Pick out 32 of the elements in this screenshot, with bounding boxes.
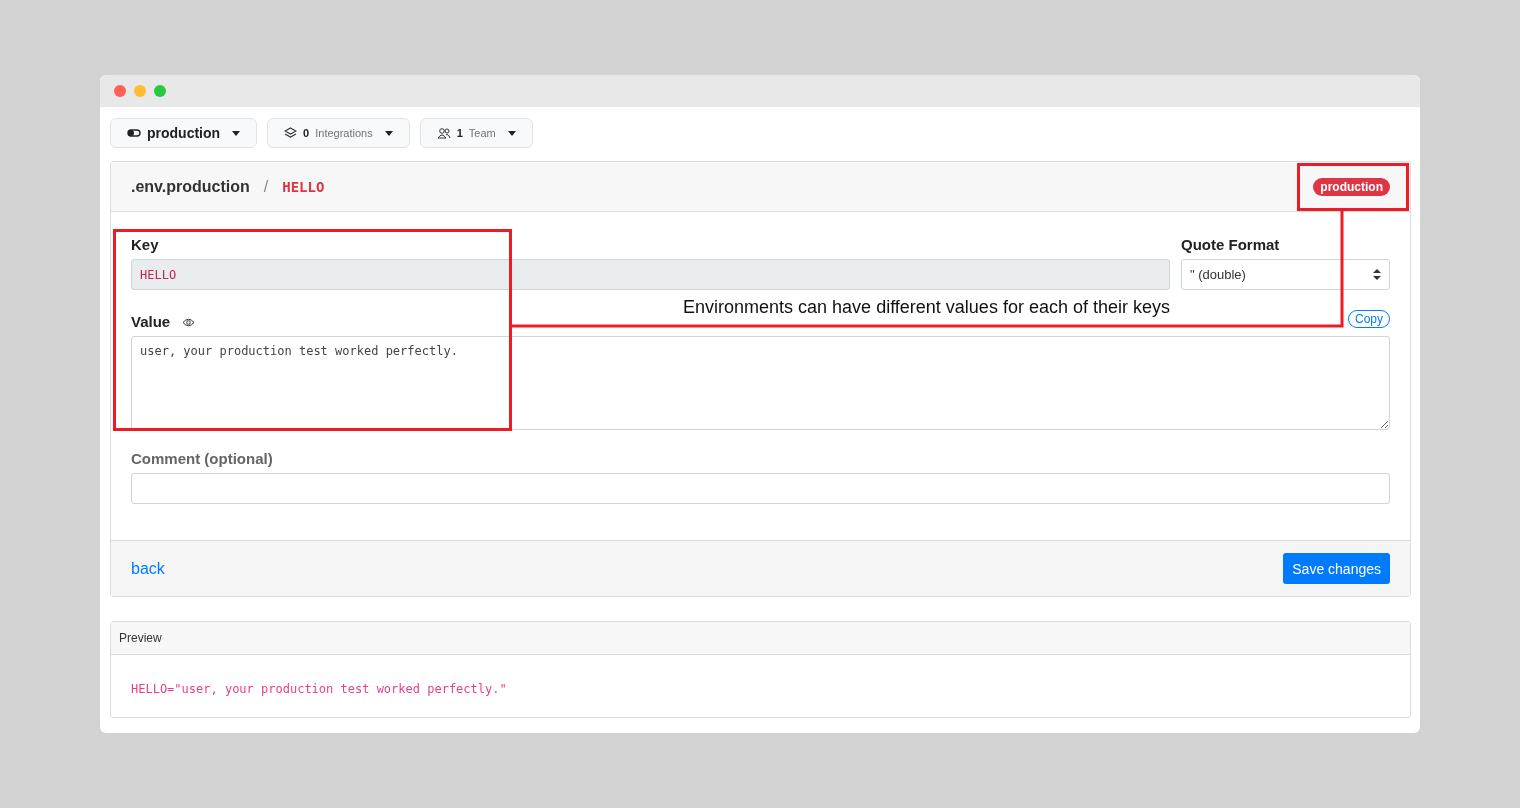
comment-label: Comment (optional) [131, 450, 274, 467]
key-label: Key [131, 236, 160, 253]
file-name: .env.production [131, 177, 250, 196]
maximize-button[interactable] [154, 85, 166, 97]
value-field[interactable]: user, your production test worked perfectly. [131, 336, 1390, 430]
caret-icon [232, 130, 241, 136]
breadcrumb-separator: / [263, 177, 269, 196]
key-field[interactable]: HELLO [131, 259, 1170, 290]
preview-code: HELLO="user, your production test worked perfectly." [131, 682, 507, 696]
minimize-button[interactable] [134, 85, 146, 97]
integrations-dropdown[interactable]: 0 Integrations [267, 118, 410, 148]
quote-format-select[interactable]: " (double) [1181, 259, 1390, 290]
caret-icon [384, 130, 393, 136]
preview-title: Preview [119, 631, 162, 645]
comment-field[interactable] [131, 473, 1390, 504]
team-dropdown[interactable]: 1 Team [419, 118, 533, 148]
copy-button[interactable]: Copy [1348, 310, 1390, 328]
environment-badge: production [1313, 177, 1390, 196]
annotation-caption: Environments can have different values for each of their keys [682, 297, 1171, 318]
people-icon [436, 127, 451, 139]
environment-dropdown[interactable]: production [110, 118, 258, 148]
quote-format-label: Quote Format [1181, 236, 1281, 253]
back-link[interactable]: back [131, 559, 165, 578]
key-name: HELLO [282, 178, 325, 195]
sort-arrows-icon [1373, 269, 1381, 280]
eye-icon[interactable] [182, 318, 196, 327]
toggle-icon [127, 129, 141, 137]
value-label: Value [131, 313, 171, 330]
save-button[interactable]: Save changes [1283, 553, 1390, 584]
caret-icon [507, 130, 516, 136]
layers-icon [284, 127, 298, 139]
close-button[interactable] [114, 85, 126, 97]
